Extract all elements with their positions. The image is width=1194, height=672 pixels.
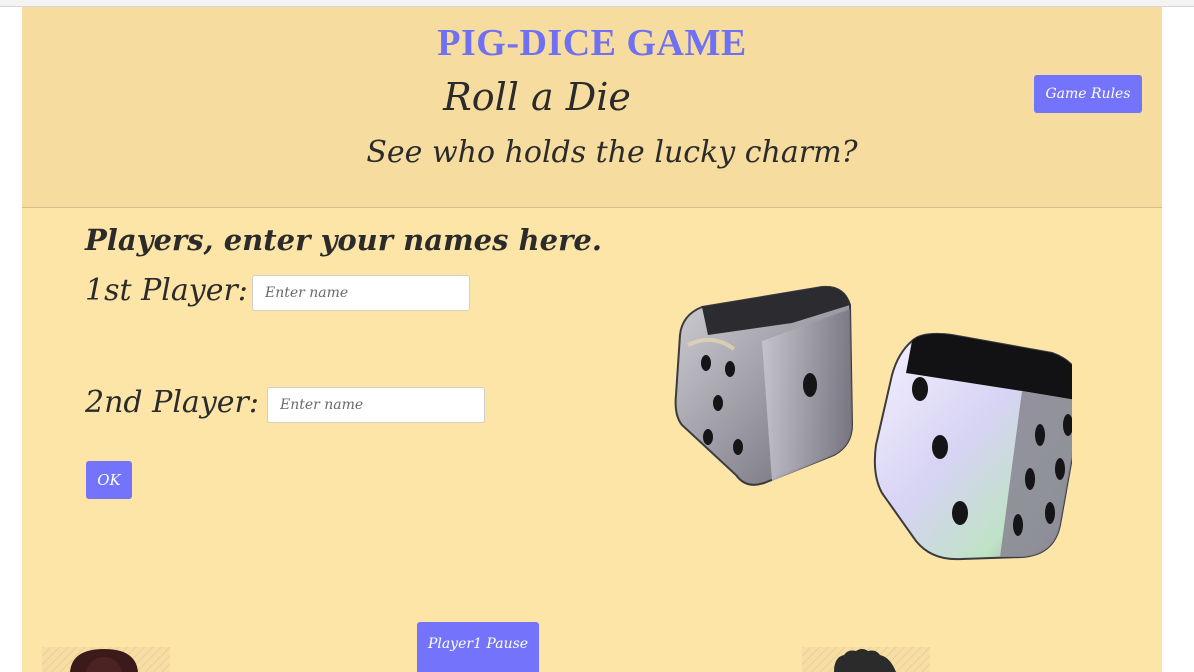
left-die [674,285,854,486]
players-prompt: Players, enter your names here. [85,223,602,257]
game-page: PIG-DICE GAME Roll a Die See who holds t… [22,7,1162,672]
right-die [873,332,1072,561]
browser-top-strip [0,0,1194,7]
player1-pause-button[interactable]: Player1 Pause [417,622,539,672]
ok-button[interactable]: OK [86,461,132,499]
game-rules-button[interactable]: Game Rules [1034,75,1142,113]
player2-label: 2nd Player: [85,385,259,420]
player1-label: 1st Player: [85,273,248,308]
header: PIG-DICE GAME Roll a Die See who holds t… [22,7,1162,208]
page-title: PIG-DICE GAME [437,22,747,64]
page-subtitle: Roll a Die [443,75,631,119]
player2-avatar-icon [802,647,930,672]
page-tagline: See who holds the lucky charm? [366,135,858,170]
player1-avatar-icon [42,647,170,672]
player1-name-input[interactable] [252,275,470,311]
player2-name-input[interactable] [267,387,485,423]
dice-icon [674,285,1072,561]
